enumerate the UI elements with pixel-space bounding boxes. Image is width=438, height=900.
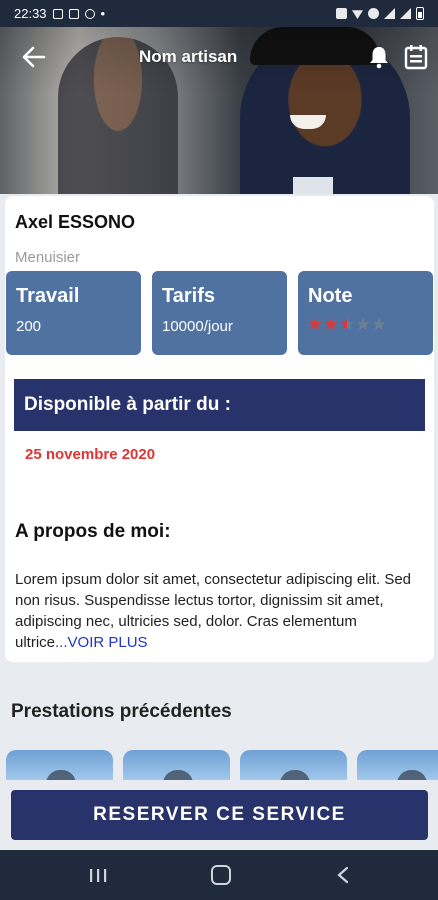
stat-value: 10000/jour xyxy=(162,318,233,335)
availability-date: 25 novembre 2020 xyxy=(25,446,156,463)
reserve-service-button[interactable]: RESERVER CE SERVICE xyxy=(11,790,428,840)
wifi-icon xyxy=(352,10,363,19)
bell-icon[interactable] xyxy=(368,45,390,69)
star-icon xyxy=(324,317,338,330)
stat-note: Note xyxy=(298,271,433,355)
stat-value: 200 xyxy=(16,318,42,335)
android-nav-bar xyxy=(0,850,438,900)
hero-image: Nom artisan xyxy=(0,27,438,194)
stat-title: Note xyxy=(308,285,353,307)
back-arrow-icon[interactable] xyxy=(20,43,48,71)
previous-services-title: Prestations précédentes xyxy=(11,701,232,722)
signal-icon xyxy=(384,8,395,19)
instagram-icon xyxy=(52,8,63,19)
artisan-name: Axel ESSONO xyxy=(15,212,136,232)
stat-tarifs: Tarifs 10000/jour xyxy=(152,271,287,355)
availability-header: Disponible à partir du : xyxy=(14,379,425,431)
voir-plus-link[interactable]: ...VOIR PLUS xyxy=(55,634,148,651)
profile-card: Axel ESSONO Menuisier Travail 200 Tarifs… xyxy=(5,196,434,662)
dot-icon: • xyxy=(100,6,106,21)
status-bar: 22:33 • xyxy=(0,0,438,27)
star-icon xyxy=(308,317,322,330)
gallery-icon xyxy=(68,8,79,19)
about-text: Lorem ipsum dolor sit amet, consectetur … xyxy=(15,569,425,653)
service-thumbnail[interactable] xyxy=(6,750,113,780)
previous-services-list[interactable] xyxy=(5,750,438,780)
whatsapp-icon xyxy=(84,8,95,19)
stat-title: Travail xyxy=(16,285,80,307)
battery-icon xyxy=(416,7,424,20)
nav-back-icon[interactable] xyxy=(336,866,350,884)
stat-title: Tarifs xyxy=(162,285,215,307)
stat-travail: Travail 200 xyxy=(6,271,141,355)
artisan-profession: Menuisier xyxy=(15,249,81,266)
call-icon xyxy=(368,8,379,19)
about-title: A propos de moi: xyxy=(15,521,171,542)
service-thumbnail[interactable] xyxy=(357,750,438,780)
service-thumbnail[interactable] xyxy=(240,750,347,780)
rating-stars xyxy=(308,317,423,331)
star-icon xyxy=(372,317,386,330)
star-icon xyxy=(356,317,370,330)
status-time: 22:33 xyxy=(14,6,47,21)
home-icon[interactable] xyxy=(211,865,231,885)
lock-icon xyxy=(336,8,347,19)
star-icon xyxy=(340,317,354,330)
page-title: Nom artisan xyxy=(139,47,238,66)
signal-2-icon xyxy=(400,8,411,19)
calendar-icon[interactable] xyxy=(404,44,428,70)
recent-apps-icon[interactable] xyxy=(89,868,107,883)
service-thumbnail[interactable] xyxy=(123,750,230,780)
